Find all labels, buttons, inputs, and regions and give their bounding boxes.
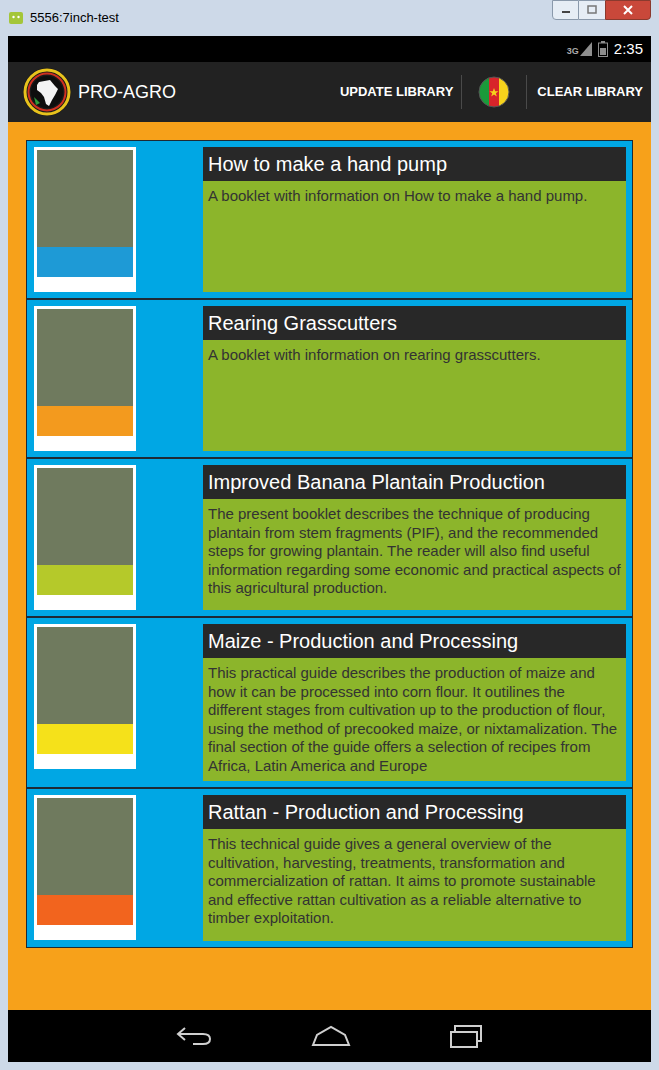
book-panel: How to make a hand pumpA booklet with in…	[203, 147, 626, 292]
clear-library-button[interactable]: CLEAR LIBRARY	[527, 82, 651, 102]
window-title-bar: 5556:7inch-test	[0, 0, 659, 36]
status-time: 2:35	[614, 38, 643, 61]
close-icon	[622, 4, 634, 16]
back-icon[interactable]	[175, 1025, 213, 1047]
app-name: PRO-AGRO	[78, 79, 176, 106]
book-title: How to make a hand pump	[203, 147, 626, 181]
home-icon[interactable]	[311, 1025, 351, 1047]
book-description: The present booklet describes the techni…	[203, 499, 626, 604]
library-list: How to make a hand pumpA booklet with in…	[26, 140, 633, 948]
content-area: How to make a hand pumpA booklet with in…	[8, 122, 651, 1010]
book-description: A booklet with information on rearing gr…	[203, 340, 626, 371]
cameroon-flag-icon	[478, 76, 510, 108]
action-bar: PRO-AGRO UPDATE LIBRARY CLEAR LIBRARY	[8, 62, 651, 122]
book-description: A booklet with information on How to mak…	[203, 181, 626, 212]
book-title: Rearing Grasscutters	[203, 306, 626, 340]
emulator-window: 5556:7inch-test 3G 2:35 PRO-AGRO UPDATE LIBR…	[0, 0, 659, 1070]
book-title: Improved Banana Plantain Production	[203, 465, 626, 499]
book-panel: Rearing GrasscuttersA booklet with infor…	[203, 306, 626, 451]
maximize-icon	[587, 5, 597, 15]
maximize-button[interactable]	[579, 0, 605, 20]
battery-icon	[598, 41, 608, 57]
language-button[interactable]	[462, 76, 526, 108]
pro-agro-logo-icon[interactable]	[22, 67, 72, 117]
book-description: This practical guide describes the produ…	[203, 658, 626, 781]
minimize-button[interactable]	[552, 0, 579, 20]
library-item[interactable]: How to make a hand pumpA booklet with in…	[27, 141, 632, 300]
signal-icon	[580, 42, 592, 56]
book-description: This technical guide gives a general ove…	[203, 829, 626, 934]
app-icon	[8, 10, 24, 26]
status-bar: 3G 2:35	[8, 36, 651, 62]
book-cover[interactable]	[34, 795, 136, 940]
navigation-bar	[8, 1010, 651, 1062]
library-item[interactable]: Maize - Production and ProcessingThis pr…	[27, 618, 632, 789]
window-title: 5556:7inch-test	[30, 8, 119, 28]
book-panel: Improved Banana Plantain ProductionThe p…	[203, 465, 626, 610]
close-button[interactable]	[605, 0, 651, 20]
network-label: 3G	[567, 47, 579, 56]
book-panel: Maize - Production and ProcessingThis pr…	[203, 624, 626, 781]
book-cover[interactable]	[34, 624, 136, 769]
book-cover[interactable]	[34, 465, 136, 610]
book-title: Rattan - Production and Processing	[203, 795, 626, 829]
book-panel: Rattan - Production and ProcessingThis t…	[203, 795, 626, 941]
book-cover[interactable]	[34, 306, 136, 451]
recent-apps-icon[interactable]	[449, 1024, 485, 1048]
update-library-button[interactable]: UPDATE LIBRARY	[332, 82, 461, 102]
library-item[interactable]: Rattan - Production and ProcessingThis t…	[27, 789, 632, 947]
book-title: Maize - Production and Processing	[203, 624, 626, 658]
library-item[interactable]: Rearing GrasscuttersA booklet with infor…	[27, 300, 632, 459]
book-cover[interactable]	[34, 147, 136, 292]
minimize-icon	[561, 5, 571, 15]
device-screen: 3G 2:35 PRO-AGRO UPDATE LIBRARY CLEAR LIBRAR…	[8, 36, 651, 1062]
library-item[interactable]: Improved Banana Plantain ProductionThe p…	[27, 459, 632, 618]
